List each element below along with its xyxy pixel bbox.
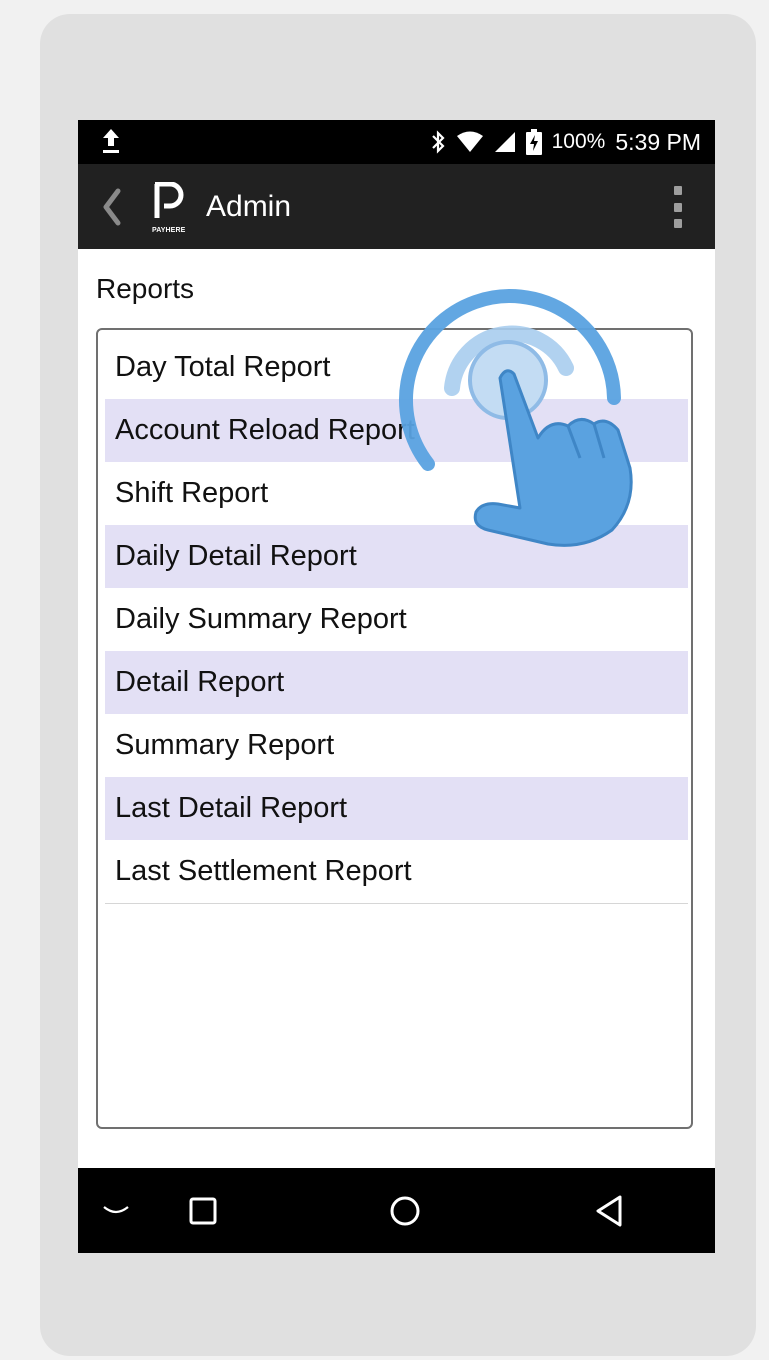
chevron-left-icon xyxy=(103,188,121,226)
menu-dot xyxy=(674,186,682,195)
section-title: Reports xyxy=(96,273,195,304)
logo-caption: PAYHERE xyxy=(152,227,186,234)
report-item-last-settlement[interactable]: Last Settlement Report xyxy=(105,840,688,904)
home-icon xyxy=(390,1196,420,1225)
touch-gesture-icon xyxy=(399,289,633,547)
back-icon xyxy=(596,1195,622,1226)
app-bar: PAYHERE Admin xyxy=(78,164,715,249)
keyboard-hide-button[interactable] xyxy=(94,1168,138,1253)
recents-icon xyxy=(189,1197,217,1224)
status-icons: 100% 5:39 PM xyxy=(430,120,701,164)
status-time: 5:39 PM xyxy=(615,128,701,155)
battery-charging-icon xyxy=(525,129,542,155)
report-item-detail[interactable]: Detail Report xyxy=(105,651,688,714)
report-item-daily-summary[interactable]: Daily Summary Report xyxy=(105,588,688,651)
menu-dot xyxy=(674,202,682,212)
keyboard-hide-icon xyxy=(103,1205,129,1213)
back-nav-button[interactable] xyxy=(584,1168,634,1253)
overflow-menu-button[interactable] xyxy=(671,186,685,228)
payhere-logo-icon xyxy=(154,181,184,218)
back-button[interactable] xyxy=(94,182,128,232)
home-button[interactable] xyxy=(380,1168,430,1253)
upload-icon xyxy=(103,129,119,153)
wifi-icon xyxy=(456,131,483,152)
status-bar: 100% 5:39 PM xyxy=(78,120,715,164)
signal-icon xyxy=(494,132,515,152)
payhere-logo: PAYHERE xyxy=(150,181,194,234)
report-item-last-detail[interactable]: Last Detail Report xyxy=(105,777,688,840)
bluetooth-icon xyxy=(431,130,445,154)
report-item-summary[interactable]: Summary Report xyxy=(105,714,688,777)
app-title: Admin xyxy=(206,190,292,223)
menu-dot xyxy=(674,219,682,228)
navigation-bar xyxy=(78,1168,715,1253)
battery-percent: 100% xyxy=(551,130,606,153)
recents-button[interactable] xyxy=(178,1168,228,1253)
